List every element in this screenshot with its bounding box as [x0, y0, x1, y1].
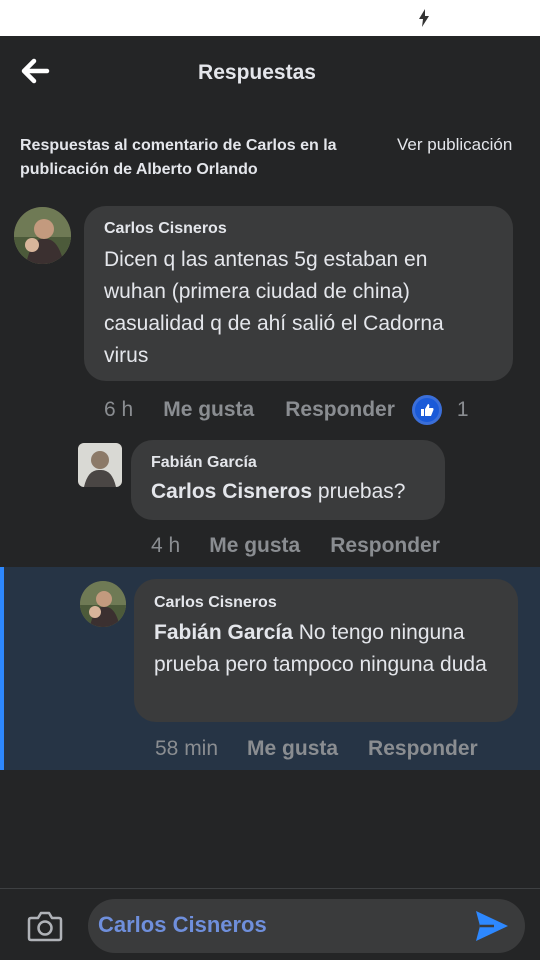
comment-author[interactable]: Carlos Cisneros — [104, 220, 493, 238]
reaction-count[interactable]: 1 — [457, 398, 469, 422]
like-button[interactable]: Me gusta — [209, 534, 300, 558]
page-title: Respuestas — [198, 61, 316, 84]
highlight-bar — [0, 567, 4, 770]
header: Respuestas — [0, 36, 540, 112]
avatar-photo — [14, 207, 71, 264]
comment-text: Dicen q las antenas 5g estaban en wuhan … — [104, 248, 444, 367]
reply-button[interactable]: Responder — [285, 398, 395, 422]
avatar-photo — [78, 443, 122, 487]
like-reaction-icon[interactable] — [411, 395, 442, 425]
comment-text: Fabián García No tengo ninguna prueba pe… — [154, 621, 487, 676]
avatar[interactable] — [14, 207, 71, 264]
avatar[interactable] — [78, 443, 122, 487]
comment-author[interactable]: Fabián García — [151, 454, 425, 472]
mention[interactable]: Carlos Cisneros — [151, 480, 312, 503]
comment-author[interactable]: Carlos Cisneros — [154, 594, 498, 612]
like-button[interactable]: Me gusta — [247, 737, 338, 761]
comment-time[interactable]: 58 min — [155, 737, 218, 761]
comment-text: Carlos Cisneros pruebas? — [151, 480, 406, 503]
reply-button[interactable]: Responder — [368, 737, 478, 761]
comment-actions: 58 min Me gusta Responder — [155, 737, 478, 761]
view-post-link[interactable]: Ver publicación — [397, 135, 512, 155]
comment-bubble[interactable]: Carlos Cisneros Dicen q las antenas 5g e… — [84, 206, 513, 381]
divider — [0, 888, 540, 889]
reply-input[interactable]: Carlos Cisneros — [98, 912, 267, 938]
comment-time[interactable]: 4 h — [151, 534, 180, 558]
comment-actions: 4 h Me gusta Responder — [151, 534, 440, 558]
like-button[interactable]: Me gusta — [163, 398, 254, 422]
reply-composer[interactable]: Carlos Cisneros — [88, 899, 525, 953]
send-icon[interactable] — [474, 908, 510, 944]
context-label: Respuestas al comentario de Carlos en la… — [20, 137, 337, 178]
avatar-photo — [80, 581, 126, 627]
comment-bubble[interactable]: Fabián García Carlos Cisneros pruebas? — [131, 440, 445, 520]
status-bar — [0, 0, 540, 36]
camera-icon[interactable] — [27, 910, 63, 942]
mention[interactable]: Fabián García — [154, 621, 293, 644]
comment-actions: 6 h Me gusta Responder 1 — [104, 395, 469, 425]
comment-time[interactable]: 6 h — [104, 398, 133, 422]
charging-icon — [419, 9, 429, 27]
comment-bubble[interactable]: Carlos Cisneros Fabián García No tengo n… — [134, 579, 518, 722]
reply-button[interactable]: Responder — [330, 534, 440, 558]
avatar[interactable] — [80, 581, 126, 627]
